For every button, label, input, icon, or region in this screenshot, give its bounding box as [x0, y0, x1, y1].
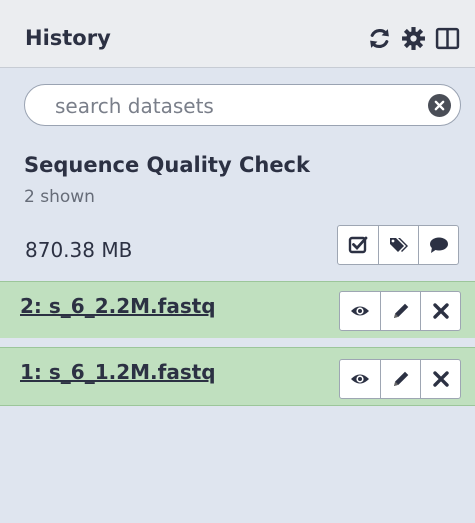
display-button[interactable]: [340, 360, 380, 398]
clear-search-icon[interactable]: [428, 94, 451, 117]
annotation-button[interactable]: [418, 226, 458, 264]
delete-button[interactable]: [420, 292, 460, 330]
comment-icon: [429, 237, 448, 253]
dataset-title[interactable]: 1: s_6_1.2M.fastq: [20, 360, 216, 384]
edit-button[interactable]: [380, 292, 420, 330]
check-square-icon: [348, 236, 368, 254]
eye-icon: [351, 374, 369, 384]
history-action-group: [337, 225, 459, 265]
search-box: [24, 84, 461, 126]
delete-icon: [432, 303, 449, 319]
panel-title: History: [25, 26, 111, 50]
delete-button[interactable]: [420, 360, 460, 398]
dataset-action-group: [339, 291, 461, 331]
history-name[interactable]: Sequence Quality Check: [24, 153, 310, 177]
dataset-item[interactable]: 2: s_6_2.2M.fastq: [0, 281, 475, 338]
tags-button[interactable]: [378, 226, 418, 264]
header-icon-group: [365, 24, 461, 52]
history-panel-header: History: [0, 0, 475, 68]
dataset-item[interactable]: 1: s_6_1.2M.fastq: [0, 347, 475, 406]
delete-icon: [432, 371, 449, 387]
pencil-icon: [393, 371, 408, 386]
shown-count: 2 shown: [24, 187, 95, 207]
search-input[interactable]: [55, 93, 395, 119]
pencil-icon: [393, 303, 408, 318]
gear-icon[interactable]: [399, 24, 427, 52]
columns-icon[interactable]: [433, 24, 461, 52]
dataset-title[interactable]: 2: s_6_2.2M.fastq: [20, 294, 216, 318]
tags-icon: [389, 238, 408, 252]
refresh-icon[interactable]: [365, 24, 393, 52]
display-button[interactable]: [340, 292, 380, 330]
dataset-action-group: [339, 359, 461, 399]
select-datasets-button[interactable]: [338, 226, 378, 264]
history-size: 870.38 MB: [25, 238, 133, 262]
eye-icon: [351, 306, 369, 316]
edit-button[interactable]: [380, 360, 420, 398]
